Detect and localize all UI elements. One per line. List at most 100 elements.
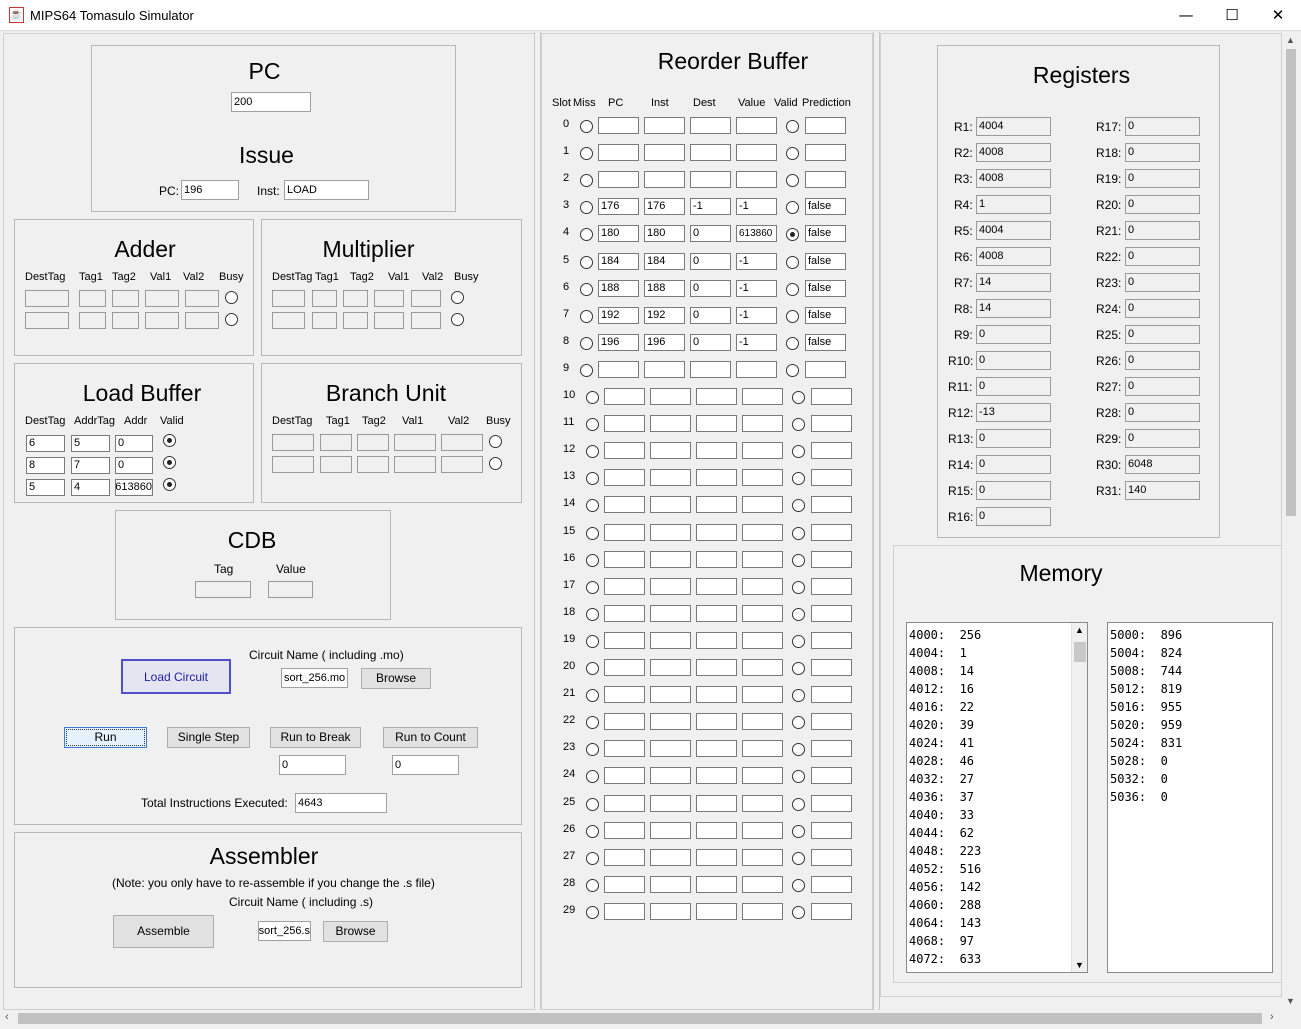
rob-valid-radio[interactable] (792, 797, 805, 811)
rob-inst-field[interactable]: 188 (644, 279, 685, 297)
rob-pc-field[interactable]: 184 (598, 252, 639, 270)
rob-miss-radio[interactable] (586, 553, 599, 567)
rob-inst-field[interactable]: 180 (644, 225, 685, 243)
rob-pc-field[interactable] (598, 144, 639, 162)
scroll-up-icon[interactable]: ▲ (1075, 625, 1084, 635)
rob-inst-field[interactable]: 184 (644, 252, 685, 270)
rob-miss-radio[interactable] (586, 824, 599, 838)
rob-prediction-field[interactable]: false (805, 279, 846, 297)
rob-valid-radio[interactable] (792, 662, 805, 675)
load-buffer-cell[interactable]: 0 (115, 457, 153, 474)
rob-value-field[interactable] (736, 360, 777, 378)
load-circuit-button[interactable]: Load Circuit (121, 659, 231, 694)
rob-valid-radio[interactable] (792, 418, 805, 432)
adder-busy-radio[interactable] (225, 291, 238, 304)
rob-inst-field[interactable] (650, 388, 691, 405)
register-field[interactable]: 0 (1125, 117, 1200, 136)
rob-miss-radio[interactable] (580, 120, 593, 133)
rob-prediction-field[interactable] (811, 659, 852, 676)
register-field[interactable]: 4008 (976, 143, 1051, 162)
rob-value-field[interactable] (742, 713, 783, 731)
rob-miss-radio[interactable] (586, 580, 599, 594)
horizontal-scroll-thumb[interactable] (18, 1013, 1262, 1024)
run-to-count-button[interactable]: Run to Count (383, 727, 478, 748)
rob-valid-radio[interactable] (786, 255, 799, 269)
rob-value-field[interactable] (742, 523, 783, 541)
rob-pc-field[interactable] (604, 902, 645, 920)
rob-prediction-field[interactable]: false (805, 225, 846, 243)
rob-miss-radio[interactable] (586, 797, 599, 811)
rob-valid-radio[interactable] (792, 634, 805, 648)
rob-dest-field[interactable] (696, 496, 737, 514)
rob-dest-field[interactable] (696, 604, 737, 622)
rob-miss-radio[interactable] (586, 526, 599, 540)
rob-valid-radio[interactable] (786, 147, 799, 161)
right-splitter[interactable] (873, 32, 880, 1010)
register-field[interactable]: 0 (976, 481, 1051, 500)
register-field[interactable]: 0 (976, 455, 1051, 474)
rob-prediction-field[interactable]: false (805, 198, 846, 216)
rob-pc-field[interactable] (604, 848, 645, 866)
rob-prediction-field[interactable] (811, 686, 852, 704)
rob-dest-field[interactable] (696, 794, 737, 812)
horizontal-scrollbar[interactable]: ‹ › (0, 1010, 1283, 1027)
rob-prediction-field[interactable] (811, 577, 852, 595)
rob-pc-field[interactable] (604, 686, 645, 704)
rob-dest-field[interactable]: -1 (690, 198, 731, 216)
rob-prediction-field[interactable] (811, 713, 852, 731)
rob-miss-radio[interactable] (586, 391, 599, 404)
rob-valid-radio[interactable] (786, 336, 799, 350)
register-field[interactable]: 0 (976, 429, 1051, 448)
rob-inst-field[interactable] (650, 686, 691, 704)
rob-valid-radio[interactable] (786, 282, 799, 296)
rob-value-field[interactable]: 613860 (736, 225, 777, 243)
rob-valid-radio[interactable] (792, 607, 805, 621)
assemble-button[interactable]: Assemble (113, 915, 214, 948)
rob-prediction-field[interactable]: false (805, 306, 846, 324)
v-scroll-down-icon[interactable]: ▼ (1286, 996, 1295, 1006)
rob-miss-radio[interactable] (586, 607, 599, 621)
rob-pc-field[interactable] (604, 740, 645, 758)
rob-pc-field[interactable]: 180 (598, 225, 639, 243)
vertical-scrollbar[interactable]: ▲ ▼ (1283, 33, 1299, 1010)
rob-prediction-field[interactable] (811, 496, 852, 514)
rob-inst-field[interactable] (650, 523, 691, 541)
branch_unit-busy-radio[interactable] (489, 435, 502, 448)
rob-valid-radio[interactable] (792, 689, 805, 703)
rob-prediction-field[interactable] (805, 117, 846, 134)
register-field[interactable]: 0 (1125, 429, 1200, 448)
rob-inst-field[interactable] (650, 659, 691, 676)
rob-pc-field[interactable] (598, 360, 639, 378)
register-field[interactable]: 1 (976, 195, 1051, 214)
rob-value-field[interactable] (736, 171, 777, 189)
load-buffer-cell[interactable]: 0 (115, 435, 153, 452)
memory-scroll-thumb[interactable] (1074, 642, 1086, 662)
rob-prediction-field[interactable] (811, 415, 852, 433)
load-buffer-cell[interactable]: 613860 (115, 479, 153, 496)
memory-scrollbar[interactable]: ▲ ▼ (1071, 623, 1087, 972)
register-field[interactable]: 14 (976, 299, 1051, 318)
rob-valid-radio[interactable] (792, 878, 805, 892)
rob-dest-field[interactable] (690, 117, 731, 134)
rob-pc-field[interactable] (604, 523, 645, 541)
rob-value-field[interactable]: -1 (736, 198, 777, 216)
rob-dest-field[interactable] (690, 171, 731, 189)
rob-value-field[interactable] (736, 117, 777, 134)
rob-inst-field[interactable] (650, 496, 691, 514)
rob-inst-field[interactable] (650, 550, 691, 568)
rob-value-field[interactable] (742, 550, 783, 568)
register-field[interactable]: 0 (1125, 143, 1200, 162)
register-field[interactable]: 140 (1125, 481, 1200, 500)
circuit-browse-button[interactable]: Browse (361, 668, 431, 689)
rob-miss-radio[interactable] (586, 634, 599, 648)
rob-pc-field[interactable]: 196 (598, 333, 639, 351)
load-buffer-valid-radio[interactable] (163, 478, 176, 491)
rob-value-field[interactable] (742, 821, 783, 839)
rob-value-field[interactable] (742, 686, 783, 704)
rob-inst-field[interactable] (650, 740, 691, 758)
rob-miss-radio[interactable] (586, 851, 599, 865)
branch_unit-busy-radio[interactable] (489, 457, 502, 470)
v-scroll-up-icon[interactable]: ▲ (1286, 35, 1295, 45)
rob-miss-radio[interactable] (586, 689, 599, 703)
rob-prediction-field[interactable] (811, 604, 852, 622)
